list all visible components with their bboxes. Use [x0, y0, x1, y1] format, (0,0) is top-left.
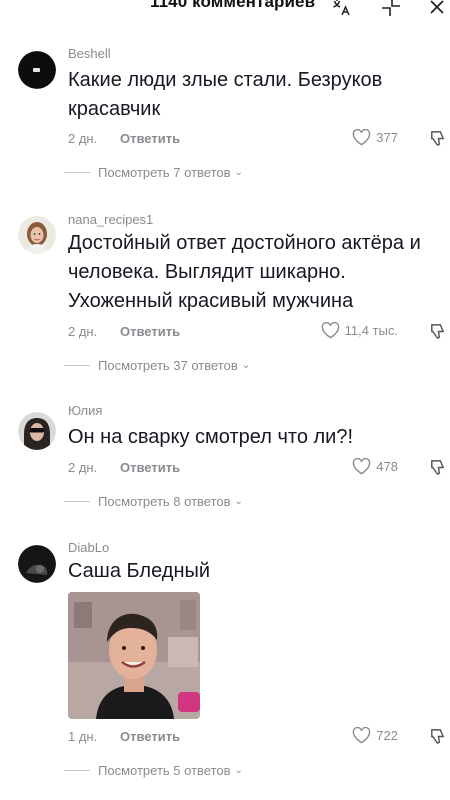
like-button[interactable]: 722 — [352, 727, 398, 744]
comment-text: Какие люди злые стали. Безруков красавчи… — [68, 69, 383, 120]
like-count: 11,4 тыс. — [344, 323, 398, 338]
translate-icon[interactable] — [330, 0, 352, 18]
like-button[interactable]: 478 — [352, 458, 398, 475]
dislike-icon[interactable] — [428, 727, 447, 746]
avatar[interactable] — [18, 216, 56, 254]
comment-text: Достойный ответ достойного актёра и чело… — [68, 232, 421, 312]
chevron-down-icon: ⌄ — [234, 765, 243, 776]
like-count: 722 — [376, 728, 398, 743]
close-icon[interactable] — [426, 0, 448, 18]
dislike-icon[interactable] — [428, 129, 447, 148]
comments-count-title: 1140 комментариев — [150, 0, 316, 11]
view-replies-label: Посмотреть 8 ответов — [98, 494, 231, 509]
reply-button[interactable]: Ответить — [120, 324, 180, 339]
view-replies-button[interactable]: Посмотреть 37 ответов ⌄ — [64, 358, 250, 373]
divider-line — [64, 365, 90, 366]
divider-line — [64, 770, 90, 771]
view-replies-button[interactable]: Посмотреть 8 ответов ⌄ — [64, 494, 243, 509]
reply-button[interactable]: Ответить — [120, 729, 180, 744]
view-replies-label: Посмотреть 5 ответов — [98, 763, 231, 778]
view-replies-label: Посмотреть 37 ответов — [98, 358, 238, 373]
chevron-down-icon: ⌄ — [234, 496, 243, 507]
divider-line — [64, 172, 90, 173]
reply-button[interactable]: Ответить — [120, 131, 180, 146]
like-count: 478 — [376, 459, 398, 474]
comment-time: 2 дн. — [68, 324, 98, 339]
comment-meta: 2 дн. Ответить — [68, 131, 180, 146]
dislike-icon[interactable] — [428, 322, 447, 341]
comment-time: 2 дн. — [68, 460, 98, 475]
view-replies-button[interactable]: Посмотреть 5 ответов ⌄ — [64, 763, 243, 778]
heart-icon — [353, 458, 371, 475]
divider-line — [64, 501, 90, 502]
comment-text: Он на сварку смотрел что ли?! — [68, 426, 354, 448]
comment-username[interactable]: Юлия — [68, 403, 102, 418]
like-count: 377 — [376, 130, 398, 145]
reply-button[interactable]: Ответить — [120, 460, 180, 475]
heart-icon — [353, 129, 371, 146]
comment-meta: 2 дн. Ответить — [68, 324, 180, 339]
comments-header: 1140 комментариев — [0, 0, 450, 22]
comment-meta: 2 дн. Ответить — [68, 460, 180, 475]
chevron-down-icon: ⌄ — [241, 360, 251, 371]
comment-username[interactable]: nana_recipes1 — [68, 212, 153, 227]
heart-icon — [353, 727, 371, 744]
dislike-icon[interactable] — [428, 458, 447, 477]
chevron-down-icon: ⌄ — [234, 167, 243, 178]
view-replies-button[interactable]: Посмотреть 7 ответов ⌄ — [64, 165, 243, 180]
comment-image[interactable] — [68, 592, 200, 719]
avatar[interactable] — [18, 545, 56, 583]
comment-text: Саша Бледный — [68, 560, 211, 582]
comment-time: 1 дн. — [68, 729, 98, 744]
comment-username[interactable]: Beshell — [68, 46, 111, 61]
heart-icon — [321, 322, 339, 339]
avatar[interactable] — [18, 51, 56, 89]
like-button[interactable]: 377 — [352, 129, 398, 146]
comment-username[interactable]: DiabLo — [68, 540, 109, 555]
avatar[interactable] — [18, 412, 56, 450]
comment-meta: 1 дн. Ответить — [68, 729, 180, 744]
view-replies-label: Посмотреть 7 ответов — [98, 165, 231, 180]
comment-time: 2 дн. — [68, 131, 98, 146]
collapse-icon[interactable] — [380, 0, 402, 18]
like-button[interactable]: 11,4 тыс. — [321, 322, 398, 339]
